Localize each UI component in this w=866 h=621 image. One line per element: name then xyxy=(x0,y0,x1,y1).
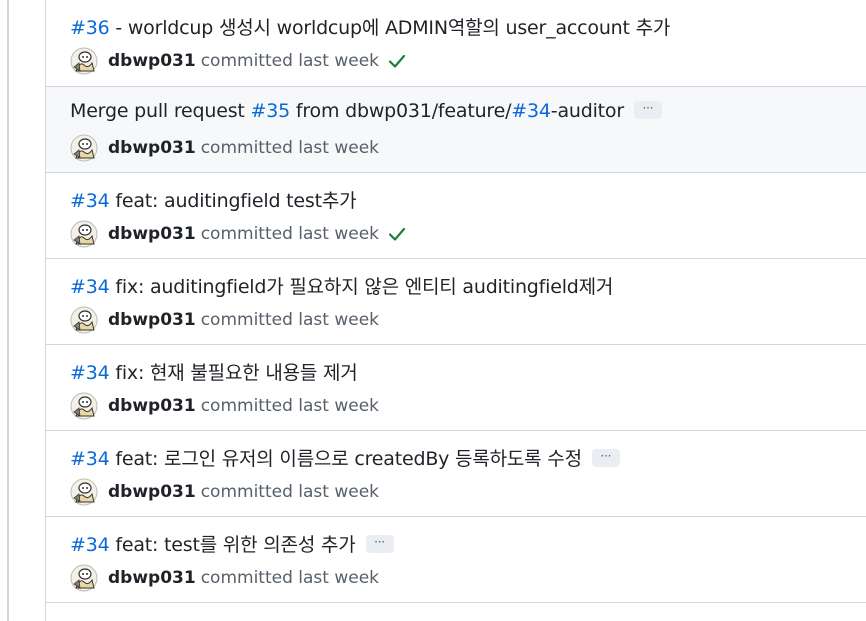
commit-row: #34 feat: 로그인 유저의 이름으로 createdBy 등록하도록 수… xyxy=(46,431,866,517)
commit-row: Merge pull request #35 from dbwp031/feat… xyxy=(46,87,866,173)
expand-message-button[interactable]: ··· xyxy=(591,448,620,467)
commit-row: #34 feat: auditingfield test추가 dbwp031 c… xyxy=(46,173,866,259)
commit-message[interactable]: fix: 현재 불필요한 내용들 제거 xyxy=(110,362,357,384)
avatar[interactable] xyxy=(70,306,98,334)
author-name[interactable]: dbwp031 xyxy=(108,138,196,158)
commit-message-middle[interactable]: from dbwp031/feature/ xyxy=(290,100,512,122)
commit-time: committed last week xyxy=(200,138,380,158)
commit-title[interactable]: #36 - worldcup 생성시 worldcup에 ADMIN역할의 us… xyxy=(70,13,670,40)
commit-meta: dbwp031 committed last week xyxy=(70,564,379,592)
commit-time: committed last week xyxy=(200,224,380,244)
author-name[interactable]: dbwp031 xyxy=(108,482,196,502)
avatar[interactable] xyxy=(70,134,98,162)
commit-row: #36 - worldcup 생성시 worldcup에 ADMIN역할의 us… xyxy=(46,0,866,87)
commit-title[interactable]: #34 fix: 현재 불필요한 내용들 제거 xyxy=(70,358,358,385)
commit-history-page: #36 - worldcup 생성시 worldcup에 ADMIN역할의 us… xyxy=(0,0,866,621)
commit-time: committed last week xyxy=(200,310,380,330)
issue-link[interactable]: #36 xyxy=(70,17,110,39)
avatar[interactable] xyxy=(70,220,98,248)
check-icon[interactable] xyxy=(387,51,407,71)
expand-message-button[interactable]: ··· xyxy=(365,534,394,553)
commit-message[interactable]: feat: 로그인 유저의 이름으로 createdBy 등록하도록 수정 xyxy=(110,448,582,470)
author-name[interactable]: dbwp031 xyxy=(108,568,196,588)
avatar[interactable] xyxy=(70,392,98,420)
commit-message[interactable]: feat: test를 위한 의존성 추가 xyxy=(110,534,355,556)
commit-meta: dbwp031 committed last week xyxy=(70,478,379,506)
commit-message-prefix[interactable]: Merge pull request xyxy=(70,100,251,122)
issue-link[interactable]: #34 xyxy=(511,100,551,122)
expand-message-button[interactable]: ··· xyxy=(633,100,662,119)
commit-row: #34 feat: test를 위한 의존성 추가 ··· dbwp031 com… xyxy=(46,517,866,603)
commit-time: committed last week xyxy=(200,568,380,588)
commit-meta: dbwp031 committed last week xyxy=(70,306,379,334)
author-name[interactable]: dbwp031 xyxy=(108,51,196,71)
pull-request-link[interactable]: #35 xyxy=(251,100,291,122)
author-name[interactable]: dbwp031 xyxy=(108,224,196,244)
commit-message[interactable]: fix: auditingfield가 필요하지 않은 엔티티 auditing… xyxy=(110,276,613,298)
commit-meta: dbwp031 committed last week xyxy=(70,392,379,420)
commit-meta: dbwp031 committed last week xyxy=(70,220,407,248)
commit-row: #34 fix: 현재 불필요한 내용들 제거 dbwp031 committe… xyxy=(46,345,866,431)
commit-title[interactable]: #34 fix: auditingfield가 필요하지 않은 엔티티 audi… xyxy=(70,272,613,299)
issue-link[interactable]: #34 xyxy=(70,534,110,556)
commit-meta: dbwp031 committed last week xyxy=(70,47,407,75)
commit-title[interactable]: #34 feat: test를 위한 의존성 추가 ··· xyxy=(70,530,394,557)
commit-message[interactable]: feat: auditingfield test추가 xyxy=(110,190,356,212)
commit-message[interactable]: - worldcup 생성시 worldcup에 ADMIN역할의 user_a… xyxy=(110,17,670,39)
issue-link[interactable]: #34 xyxy=(70,276,110,298)
commit-title[interactable]: #34 feat: 로그인 유저의 이름으로 createdBy 등록하도록 수… xyxy=(70,444,620,471)
issue-link[interactable]: #34 xyxy=(70,362,110,384)
check-icon[interactable] xyxy=(387,224,407,244)
issue-link[interactable]: #34 xyxy=(70,190,110,212)
avatar[interactable] xyxy=(70,564,98,592)
avatar[interactable] xyxy=(70,478,98,506)
commit-time: committed last week xyxy=(200,396,380,416)
commit-time: committed last week xyxy=(200,51,380,71)
timeline-line xyxy=(7,0,9,621)
issue-link[interactable]: #34 xyxy=(70,448,110,470)
commit-title[interactable]: #34 feat: auditingfield test추가 xyxy=(70,186,357,213)
commit-message-suffix[interactable]: -auditor xyxy=(551,100,624,122)
commit-list: #36 - worldcup 생성시 worldcup에 ADMIN역할의 us… xyxy=(45,0,866,621)
author-name[interactable]: dbwp031 xyxy=(108,310,196,330)
commit-title[interactable]: Merge pull request #35 from dbwp031/feat… xyxy=(70,100,662,122)
commit-row: #34 fix: auditingfield가 필요하지 않은 엔티티 audi… xyxy=(46,259,866,345)
commit-time: committed last week xyxy=(200,482,380,502)
avatar[interactable] xyxy=(70,47,98,75)
author-name[interactable]: dbwp031 xyxy=(108,396,196,416)
commit-meta: dbwp031 committed last week xyxy=(70,134,379,162)
